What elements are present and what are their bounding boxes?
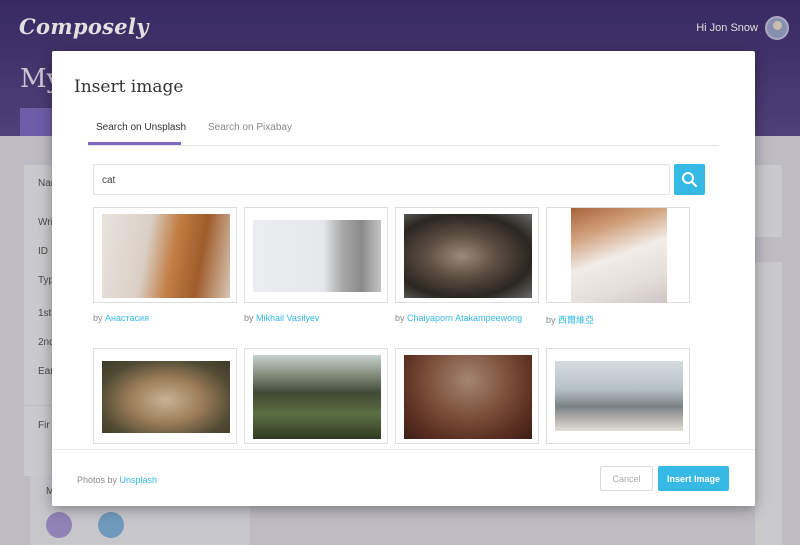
grey-cat-image <box>253 220 381 292</box>
image-thumbnail[interactable] <box>244 207 388 303</box>
tabby-cat-image <box>404 214 532 298</box>
unsplash-link[interactable]: Unsplash <box>120 475 158 485</box>
image-result: by Mikhail Vasilyev <box>244 207 388 323</box>
closeup-cat-image <box>404 355 532 439</box>
image-result <box>244 348 388 444</box>
image-thumbnail[interactable] <box>546 348 690 444</box>
image-thumbnail[interactable] <box>244 348 388 444</box>
author-link[interactable]: 西爾維亞 <box>558 315 594 325</box>
cat-field-image <box>253 355 381 439</box>
image-thumbnail[interactable] <box>395 207 539 303</box>
search-icon <box>682 172 698 188</box>
orange-cat-image <box>102 214 230 298</box>
image-thumbnail[interactable] <box>546 207 690 303</box>
author-link[interactable]: Анастасия <box>105 313 149 323</box>
image-result <box>546 348 690 444</box>
cat-glasses-image <box>102 361 230 433</box>
credit-prefix: by <box>93 313 103 323</box>
author-link[interactable]: Mikhail Vasilyev <box>256 313 319 323</box>
insert-image-modal: Insert image Search on Unsplash Search o… <box>52 51 755 506</box>
image-result: by Chaiyaporn Atakampeewong <box>395 207 539 323</box>
tab-unsplash[interactable]: Search on Unsplash <box>96 122 186 133</box>
image-thumbnail[interactable] <box>93 348 237 444</box>
photo-credit: by Анастасия <box>93 313 149 323</box>
image-results-grid: by Анастасия by Mikhail Vasilyev by Chai… <box>93 207 713 453</box>
image-thumbnail[interactable] <box>395 348 539 444</box>
cancel-button[interactable]: Cancel <box>600 466 653 491</box>
image-result: by Анастасия <box>93 207 237 323</box>
credit-prefix: by <box>244 313 254 323</box>
photo-credit: by Mikhail Vasilyev <box>244 313 319 323</box>
image-thumbnail[interactable] <box>93 207 237 303</box>
unsplash-credit: Photos by Unsplash <box>77 475 157 485</box>
search-button[interactable] <box>674 164 705 195</box>
calico-cat-image <box>571 208 667 303</box>
search-box <box>93 164 670 195</box>
credit-prefix: by <box>395 313 405 323</box>
insert-image-button[interactable]: Insert Image <box>658 466 729 491</box>
image-result <box>93 348 237 444</box>
photo-credit: by 西爾維亞 <box>546 313 594 326</box>
image-result: by 西爾維亞 <box>546 207 690 325</box>
author-link[interactable]: Chaiyaporn Atakampeewong <box>407 313 522 323</box>
modal-title: Insert image <box>74 77 184 97</box>
modal-footer: Photos by Unsplash Cancel Insert Image <box>52 449 755 506</box>
source-tabs: Search on Unsplash Search on Pixabay <box>88 112 719 146</box>
active-tab-indicator <box>88 142 181 145</box>
photo-credit: by Chaiyaporn Atakampeewong <box>395 313 522 323</box>
credit-prefix: by <box>546 315 556 325</box>
search-input[interactable] <box>102 172 662 188</box>
footer-credit-prefix: Photos by <box>77 475 118 485</box>
black-cat-image <box>555 361 683 431</box>
image-result <box>395 348 539 444</box>
tab-pixabay[interactable]: Search on Pixabay <box>208 122 292 133</box>
